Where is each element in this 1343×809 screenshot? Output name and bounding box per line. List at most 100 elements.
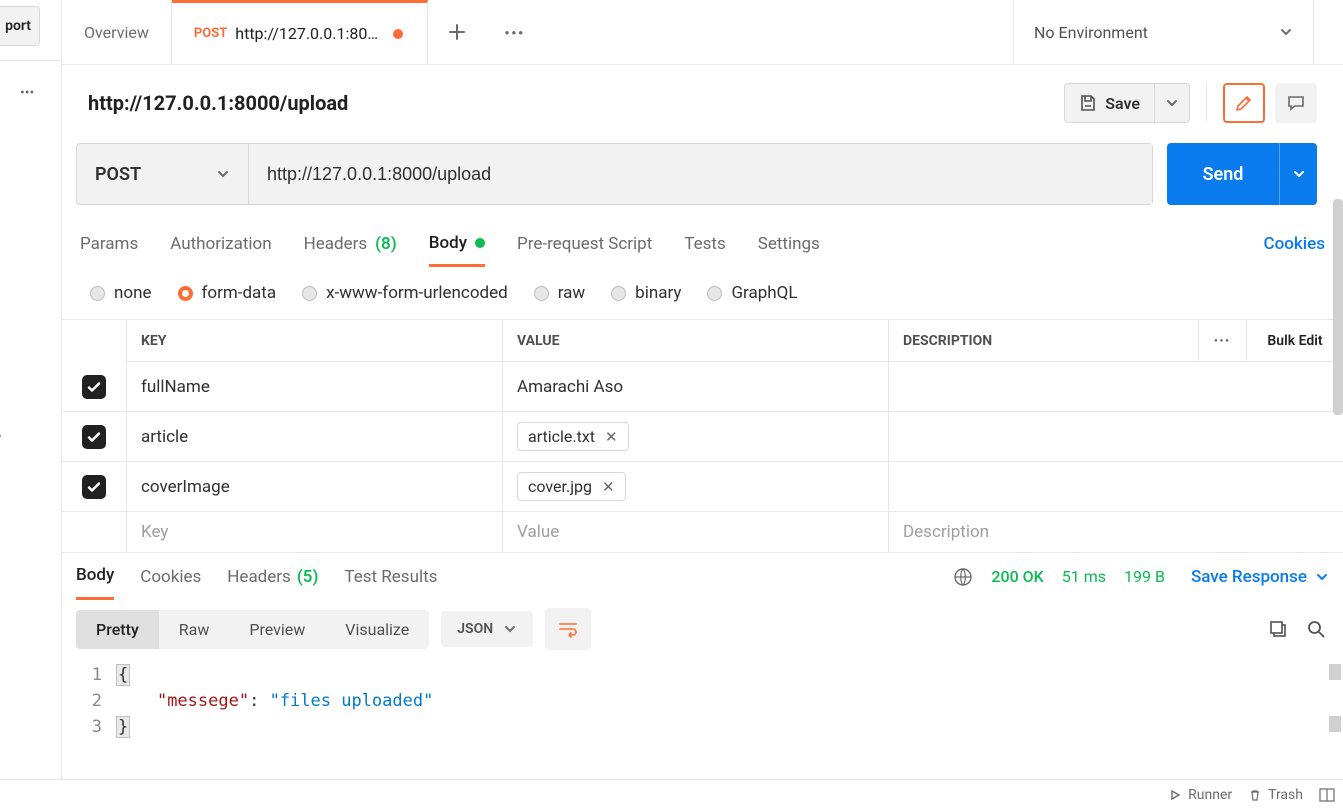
radio-raw[interactable]: raw [534,283,585,303]
value-cell[interactable]: cover.jpg ✕ [502,462,888,511]
tab-request-label: http://127.0.0.1:8000/u [235,24,385,43]
radio-binary[interactable]: binary [611,283,681,303]
tab-body[interactable]: Body [429,221,485,267]
tab-prerequest[interactable]: Pre-request Script [517,221,652,267]
key-cell[interactable]: fullName [126,362,502,411]
chevron-down-icon [1279,25,1293,39]
radio-urlencoded[interactable]: x-www-form-urlencoded [302,283,508,303]
globe-icon[interactable] [953,567,973,587]
description-cell[interactable] [888,412,1343,461]
import-button[interactable]: port [0,6,40,46]
tab-method: POST [194,26,227,41]
resp-tab-body[interactable]: Body [76,553,114,600]
remove-file-icon[interactable]: ✕ [602,478,615,496]
file-chip[interactable]: article.txt ✕ [517,422,629,451]
chevron-down-icon [1165,96,1179,110]
send-label: Send [1203,164,1244,185]
view-pretty[interactable]: Pretty [76,610,159,649]
tab-headers[interactable]: Headers (8) [304,221,397,267]
resp-tab-testresults[interactable]: Test Results [344,553,437,600]
description-cell[interactable] [888,462,1343,511]
http-method-select[interactable]: POST [77,144,249,204]
radio-form-data[interactable]: form-data [178,283,277,303]
cookies-link[interactable]: Cookies [1264,234,1325,254]
environment-select[interactable]: No Environment [1013,0,1313,64]
env-quicklook-sliver[interactable] [1313,0,1343,64]
chevron-down-icon [1292,167,1306,181]
tab-settings[interactable]: Settings [758,221,820,267]
table-options-button[interactable]: ●●● [1199,320,1247,361]
value-text[interactable]: Amarachi Aso [517,377,623,397]
plus-icon [448,23,466,41]
scrollbar-thumb[interactable] [1333,199,1343,415]
copy-response-button[interactable] [1265,616,1291,642]
sidebar-more-icon[interactable]: ••• [20,85,34,101]
tab-authorization[interactable]: Authorization [170,221,271,267]
send-options-button[interactable] [1279,143,1317,205]
save-options-button[interactable] [1154,84,1189,122]
radio-icon [611,286,626,301]
radio-graphql[interactable]: GraphQL [707,283,797,303]
tab-params[interactable]: Params [80,221,138,267]
response-body-view[interactable]: 1 2 3 { "messege": "files uploaded" } [62,658,1343,760]
dot-indicator-icon [475,238,485,248]
description-placeholder[interactable]: Description [888,512,1343,552]
radio-none[interactable]: none [90,283,152,303]
radio-icon [534,286,549,301]
trash-button[interactable]: Trash [1248,787,1303,803]
tab-overview-label: Overview [84,23,149,42]
status-time: 51 ms [1062,567,1106,586]
key-placeholder[interactable]: Key [126,512,502,552]
row-checkbox[interactable] [82,475,106,499]
search-icon [1306,619,1326,639]
value-cell[interactable]: article.txt ✕ [502,412,888,461]
edit-button[interactable] [1223,83,1265,123]
tab-tests[interactable]: Tests [684,221,725,267]
tabs-more-button[interactable]: ●●● [486,0,544,64]
workspace-tabs: Overview POST http://127.0.0.1:8000/u ●●… [62,0,1343,65]
save-button[interactable]: Save [1065,84,1154,122]
resp-tab-headers[interactable]: Headers (5) [227,553,318,600]
bulk-edit-button[interactable]: Bulk Edit [1247,320,1343,361]
row-checkbox[interactable] [82,375,106,399]
line-gutter: 1 2 3 [62,662,116,740]
view-raw[interactable]: Raw [159,610,230,649]
file-name: article.txt [528,427,595,446]
runner-button[interactable]: Runner [1168,787,1232,803]
send-button[interactable]: Send [1167,143,1279,205]
file-chip[interactable]: cover.jpg ✕ [517,472,626,501]
resp-tab-testresults-label: Test Results [344,567,437,587]
remove-file-icon[interactable]: ✕ [605,428,618,446]
tab-overview[interactable]: Overview [62,0,172,64]
wrap-lines-button[interactable] [545,608,591,650]
key-cell[interactable]: coverImage [126,462,502,511]
panes-button[interactable] [1319,788,1335,802]
resp-tab-body-label: Body [76,565,114,585]
view-preview[interactable]: Preview [229,610,325,649]
tab-request-active[interactable]: POST http://127.0.0.1:8000/u [172,0,428,64]
pencil-icon [1234,93,1254,113]
row-checkbox[interactable] [82,425,106,449]
value-cell[interactable]: Amarachi Aso [502,362,888,411]
search-response-button[interactable] [1303,616,1329,642]
value-placeholder[interactable]: Value [502,512,888,552]
new-tab-button[interactable] [428,0,486,64]
tab-headers-count: (8) [375,234,397,254]
view-visualize[interactable]: Visualize [325,610,429,649]
description-cell[interactable] [888,362,1343,411]
key-cell[interactable]: article [126,412,502,461]
request-title[interactable]: http://127.0.0.1:8000/upload [88,91,1052,115]
request-subtabs: Params Authorization Headers (8) Body Pr… [62,221,1343,267]
response-subtabs: Body Cookies Headers (5) Test Results 20… [62,552,1343,600]
save-response-button[interactable]: Save Response [1191,567,1329,587]
form-data-row-new[interactable]: KeyValueDescription [62,512,1343,552]
comments-button[interactable] [1275,83,1317,123]
save-button-group: Save [1064,83,1190,123]
chevron-down-icon [216,167,230,181]
resp-tab-cookies[interactable]: Cookies [140,553,201,600]
url-input[interactable] [249,144,1152,204]
radio-form-data-label: form-data [202,283,277,303]
file-name: cover.jpg [528,477,592,496]
form-data-table: KEY VALUE DESCRIPTION ●●● Bulk Edit full… [62,319,1343,552]
format-select[interactable]: JSON [441,611,533,647]
